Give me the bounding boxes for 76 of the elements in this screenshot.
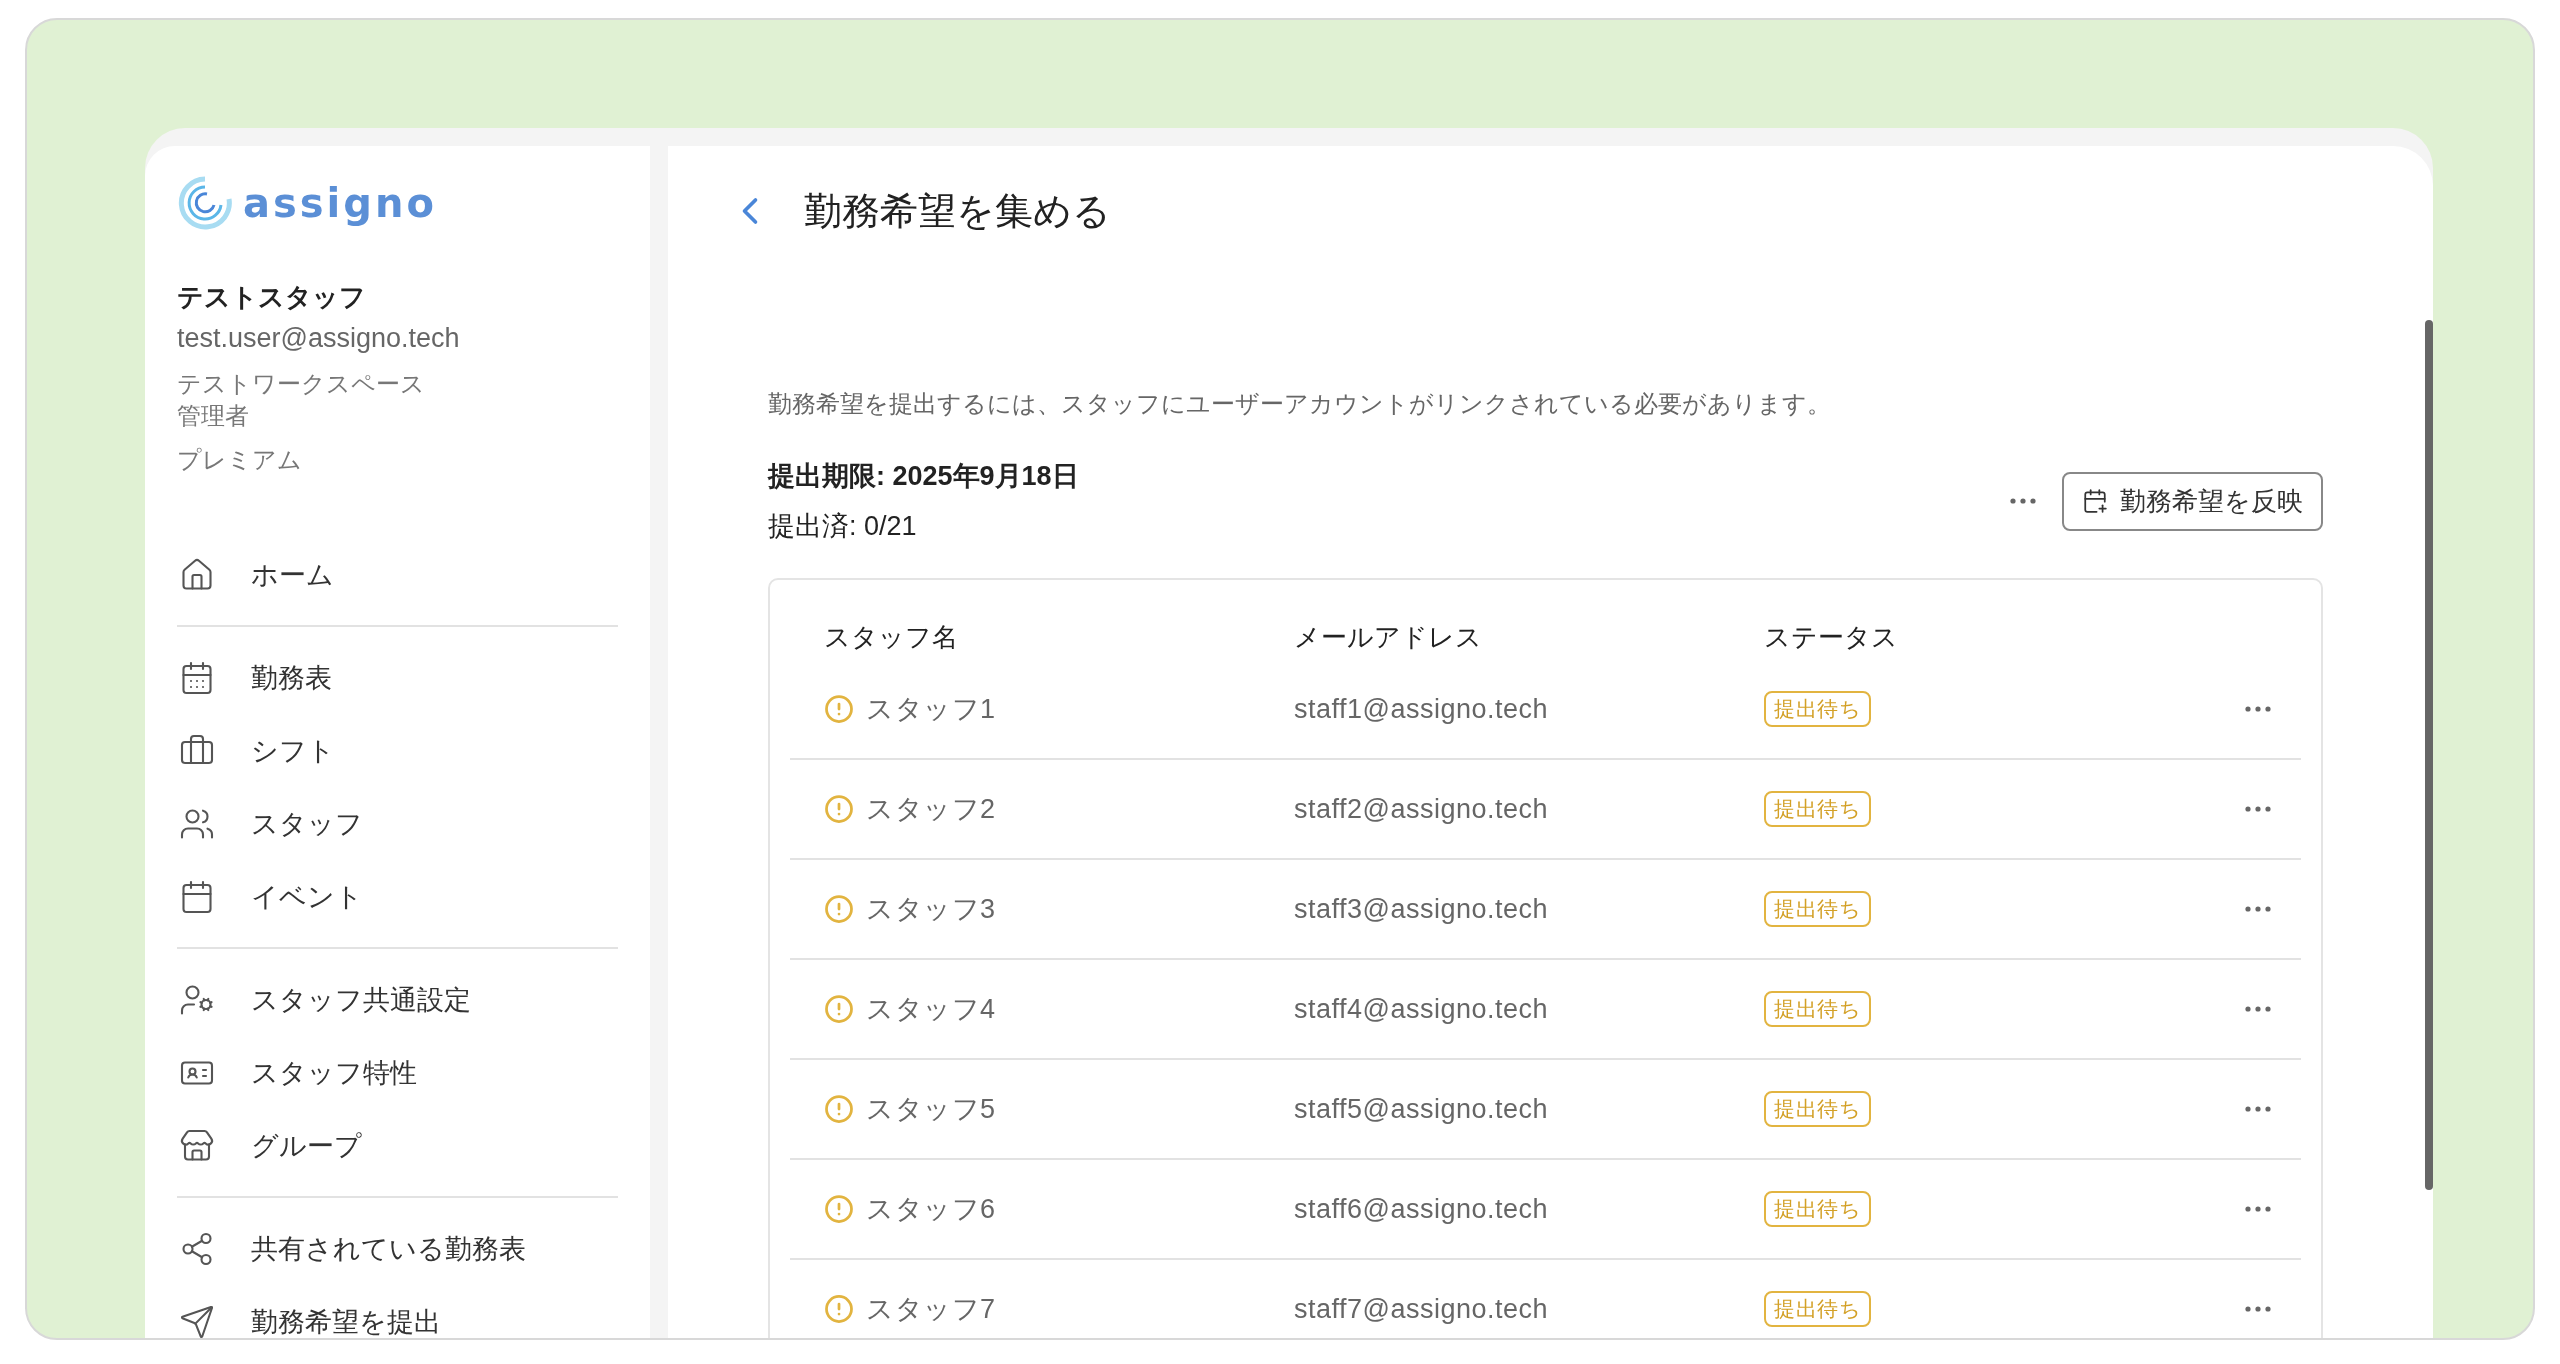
row-menu-button[interactable] bbox=[2245, 906, 2271, 912]
row-menu-button[interactable] bbox=[2245, 706, 2271, 712]
staff-email: staff2@assigno.tech bbox=[1294, 793, 1549, 825]
row-menu-button[interactable] bbox=[2245, 1006, 2271, 1012]
user-role: 管理者 bbox=[177, 401, 250, 431]
send-icon bbox=[179, 1303, 215, 1338]
nav-item[interactable]: シフト bbox=[177, 714, 618, 787]
staff-email: staff7@assigno.tech bbox=[1294, 1293, 1549, 1325]
apply-button[interactable]: 勤務希望を反映 bbox=[2062, 471, 2323, 531]
page-title: 勤務希望を集める bbox=[804, 188, 1111, 234]
warning-icon bbox=[824, 1094, 854, 1124]
row-menu-button[interactable] bbox=[2245, 806, 2271, 812]
ellipsis-icon bbox=[2245, 906, 2271, 912]
nav-item[interactable]: 勤務表 bbox=[177, 641, 618, 714]
workspace-name: テストワークスペース bbox=[177, 369, 426, 399]
warning-icon bbox=[824, 894, 854, 924]
more-button[interactable] bbox=[2010, 498, 2036, 504]
user-name: テストスタッフ bbox=[177, 281, 367, 314]
staff-email: staff6@assigno.tech bbox=[1294, 1193, 1549, 1225]
calendar-plus-icon bbox=[2082, 488, 2108, 514]
ellipsis-icon bbox=[2245, 1106, 2271, 1112]
status-tag: 提出待ち bbox=[1764, 891, 1871, 927]
warning-icon bbox=[824, 1294, 854, 1324]
nav-item[interactable]: スタッフ bbox=[177, 787, 618, 860]
calendar-icon bbox=[179, 659, 215, 696]
staff-email: staff3@assigno.tech bbox=[1294, 893, 1549, 925]
staff-email: staff4@assigno.tech bbox=[1294, 993, 1549, 1025]
staff-name: スタッフ1 bbox=[866, 693, 996, 726]
nav-item[interactable]: スタッフ特性 bbox=[177, 1036, 618, 1109]
ellipsis-icon bbox=[2245, 1306, 2271, 1312]
warning-icon bbox=[824, 1194, 854, 1224]
ellipsis-icon bbox=[2245, 706, 2271, 712]
nav-item[interactable]: 共有されている勤務表 bbox=[177, 1212, 618, 1285]
ellipsis-icon bbox=[2245, 806, 2271, 812]
staff-name: スタッフ4 bbox=[866, 993, 996, 1026]
plan-name: プレミアム bbox=[177, 445, 303, 475]
row-menu-button[interactable] bbox=[2245, 1206, 2271, 1212]
status-tag: 提出待ち bbox=[1764, 1091, 1871, 1127]
nav-item[interactable]: イベント bbox=[177, 860, 618, 933]
ellipsis-icon bbox=[2245, 1006, 2271, 1012]
staff-name: スタッフ5 bbox=[866, 1093, 996, 1126]
warning-icon bbox=[824, 794, 854, 824]
ellipsis-icon bbox=[2010, 498, 2036, 504]
column-header: ステータス bbox=[1763, 621, 1899, 654]
calendar-icon bbox=[179, 878, 215, 915]
status-tag: 提出待ち bbox=[1764, 991, 1871, 1027]
staff-email: staff5@assigno.tech bbox=[1294, 1093, 1549, 1125]
user-email: test.user@assigno.tech bbox=[177, 323, 461, 354]
status-tag: 提出待ち bbox=[1764, 791, 1871, 827]
nav-item[interactable]: スタッフ共通設定 bbox=[177, 963, 618, 1036]
ellipsis-icon bbox=[2245, 1206, 2271, 1212]
staff-name: スタッフ6 bbox=[866, 1193, 996, 1226]
warning-icon bbox=[824, 694, 854, 724]
status-tag: 提出待ち bbox=[1764, 691, 1871, 727]
store-icon bbox=[179, 1127, 215, 1164]
logo-icon bbox=[177, 175, 233, 231]
logo-text: assigno bbox=[243, 180, 437, 226]
deadline-text: 提出期限: 2025年9月18日 bbox=[768, 460, 1079, 493]
nav-item[interactable]: グループ bbox=[177, 1109, 618, 1182]
column-header: メールアドレス bbox=[1293, 621, 1483, 654]
row-menu-button[interactable] bbox=[2245, 1306, 2271, 1312]
nav-item[interactable]: ホーム bbox=[177, 538, 618, 611]
house-icon bbox=[179, 556, 215, 593]
status-tag: 提出待ち bbox=[1764, 1291, 1871, 1327]
nav-item[interactable]: 勤務希望を提出 bbox=[177, 1285, 618, 1338]
staff-email: staff1@assigno.tech bbox=[1294, 693, 1549, 725]
staff-name: スタッフ2 bbox=[866, 793, 996, 826]
staff-name: スタッフ7 bbox=[866, 1293, 996, 1326]
row-menu-button[interactable] bbox=[2245, 1106, 2271, 1112]
status-tag: 提出待ち bbox=[1764, 1191, 1871, 1227]
info-note: 勤務希望を提出するには、スタッフにユーザーアカウントがリンクされている必要があります。 bbox=[768, 389, 1832, 419]
column-header: スタッフ名 bbox=[823, 621, 959, 654]
staff-name: スタッフ3 bbox=[866, 893, 996, 926]
scrollbar[interactable] bbox=[2425, 320, 2433, 1190]
submitted-count: 提出済: 0/21 bbox=[768, 510, 918, 543]
warning-icon bbox=[824, 994, 854, 1024]
